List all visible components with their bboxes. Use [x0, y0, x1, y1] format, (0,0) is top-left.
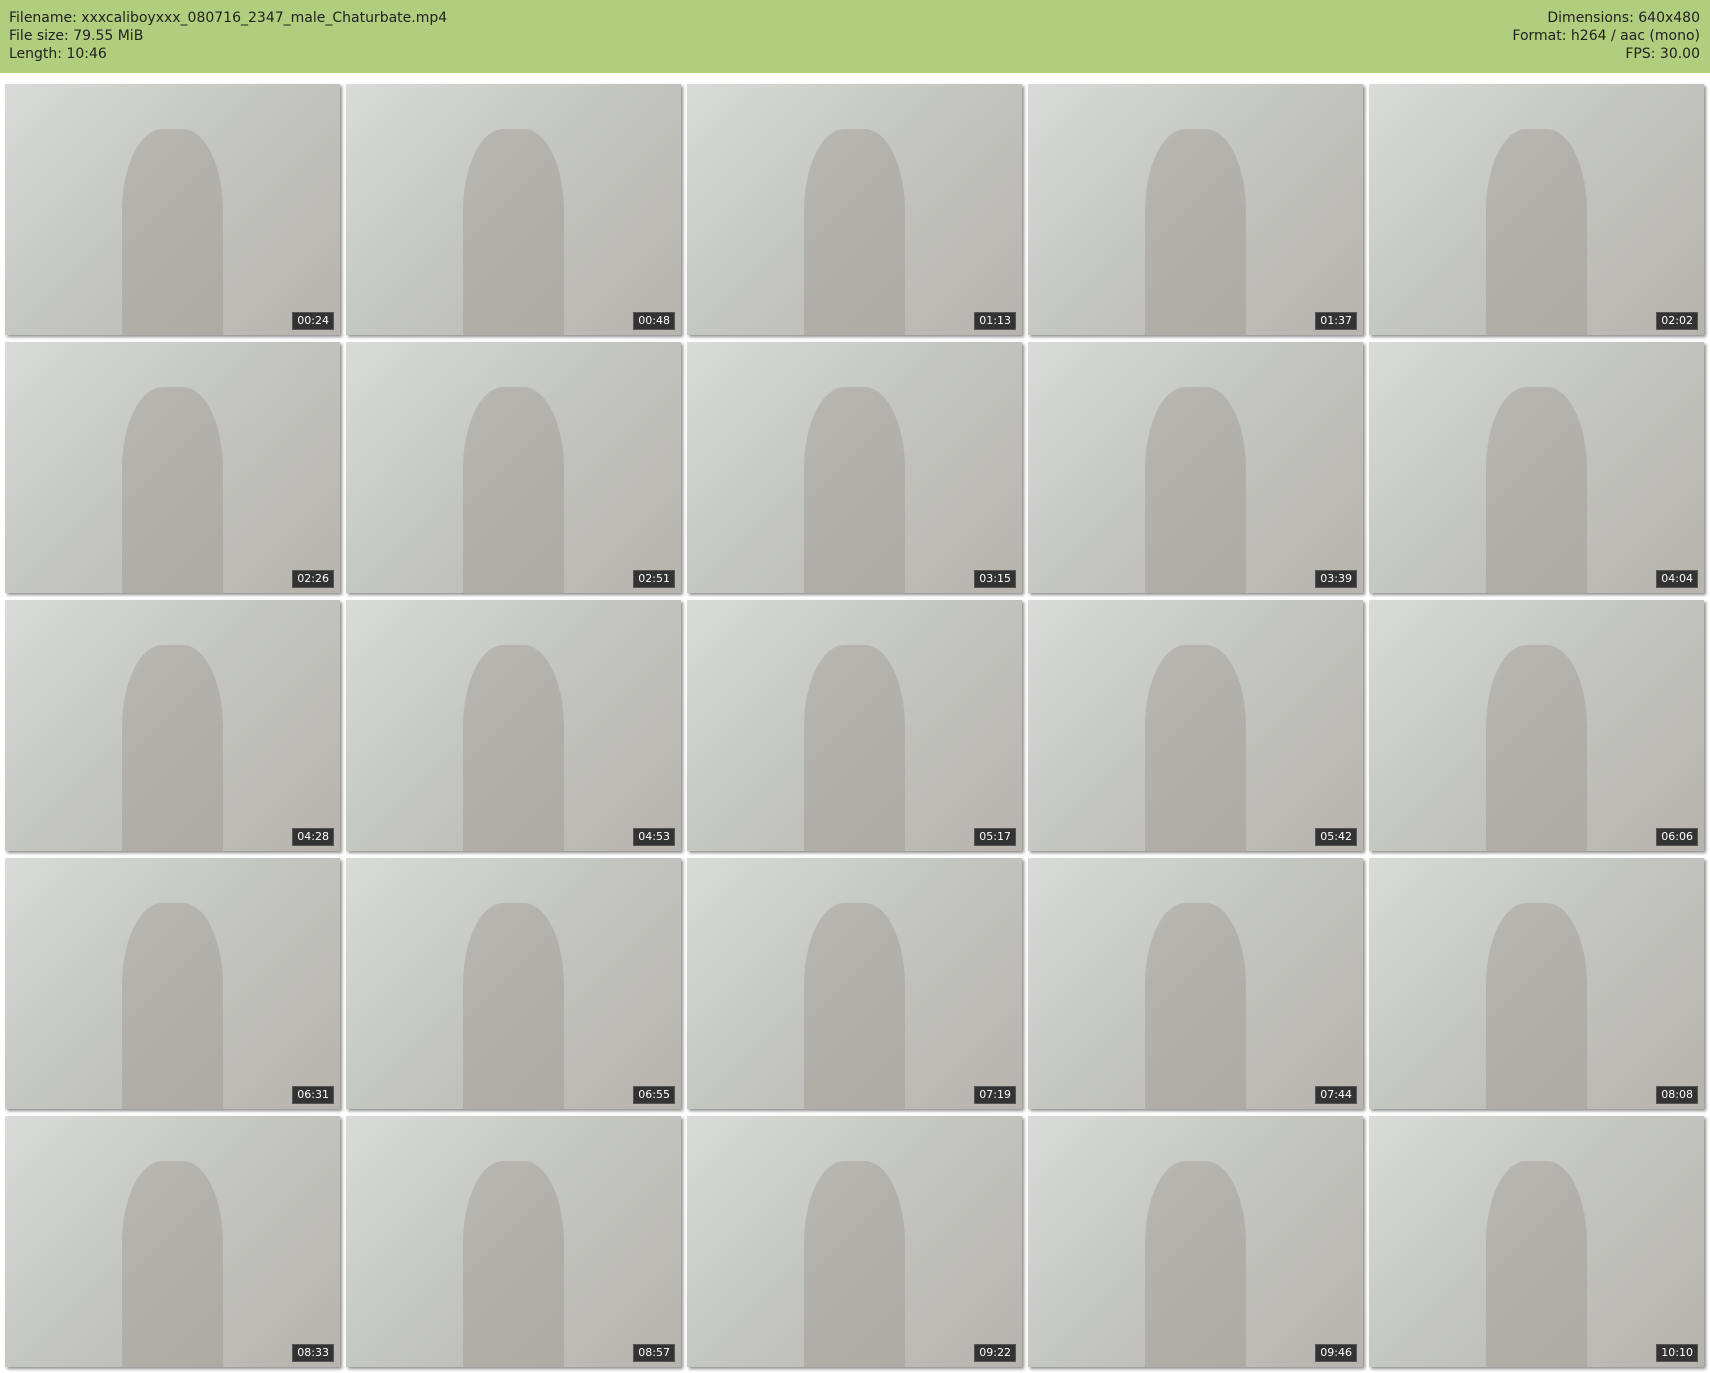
video-frame-thumbnail: 09:46 — [1028, 1116, 1363, 1367]
video-frame-thumbnail: 03:39 — [1028, 342, 1363, 593]
video-frame-thumbnail: 00:24 — [5, 84, 340, 335]
video-frame-thumbnail: 00:48 — [346, 84, 681, 335]
video-frame-thumbnail: 05:42 — [1028, 600, 1363, 851]
timestamp-badge: 06:06 — [1656, 828, 1698, 846]
video-frame-thumbnail: 07:19 — [687, 858, 1022, 1109]
video-frame-thumbnail: 04:53 — [346, 600, 681, 851]
thumbnail-grid: 00:24 00:48 01:13 01:37 02:02 02:26 02:51 03:15… — [5, 84, 1704, 1367]
video-frame-thumbnail: 07:44 — [1028, 858, 1363, 1109]
timestamp-badge: 03:39 — [1315, 570, 1357, 588]
timestamp-badge: 00:48 — [633, 312, 675, 330]
timestamp-badge: 01:37 — [1315, 312, 1357, 330]
timestamp-badge: 00:24 — [292, 312, 334, 330]
file-info-header: Filename: xxxcaliboyxxx_080716_2347_male… — [0, 0, 1710, 73]
timestamp-badge: 07:19 — [974, 1086, 1016, 1104]
video-frame-thumbnail: 06:55 — [346, 858, 681, 1109]
video-frame-thumbnail: 03:15 — [687, 342, 1022, 593]
timestamp-badge: 04:28 — [292, 828, 334, 846]
timestamp-badge: 06:55 — [633, 1086, 675, 1104]
video-frame-thumbnail: 01:37 — [1028, 84, 1363, 335]
timestamp-badge: 09:22 — [974, 1344, 1016, 1362]
video-frame-thumbnail: 09:22 — [687, 1116, 1022, 1367]
timestamp-badge: 01:13 — [974, 312, 1016, 330]
video-frame-thumbnail: 04:28 — [5, 600, 340, 851]
timestamp-badge: 06:31 — [292, 1086, 334, 1104]
timestamp-badge: 02:51 — [633, 570, 675, 588]
video-frame-thumbnail: 08:33 — [5, 1116, 340, 1367]
timestamp-badge: 05:17 — [974, 828, 1016, 846]
timestamp-badge: 07:44 — [1315, 1086, 1357, 1104]
timestamp-badge: 02:26 — [292, 570, 334, 588]
timestamp-badge: 04:53 — [633, 828, 675, 846]
timestamp-badge: 09:46 — [1315, 1344, 1357, 1362]
video-frame-thumbnail: 02:02 — [1369, 84, 1704, 335]
file-info-right: Dimensions: 640x480 Format: h264 / aac (… — [1512, 9, 1700, 63]
timestamp-badge: 10:10 — [1656, 1344, 1698, 1362]
video-frame-thumbnail: 08:57 — [346, 1116, 681, 1367]
video-frame-thumbnail: 10:10 — [1369, 1116, 1704, 1367]
timestamp-badge: 03:15 — [974, 570, 1016, 588]
dimensions: Dimensions: 640x480 — [1547, 10, 1700, 26]
timestamp-badge: 04:04 — [1656, 570, 1698, 588]
filename: Filename: xxxcaliboyxxx_080716_2347_male… — [9, 10, 448, 26]
file-size: File size: 79.55 MiB — [9, 28, 144, 44]
video-frame-thumbnail: 06:06 — [1369, 600, 1704, 851]
video-length: Length: 10:46 — [9, 46, 107, 62]
timestamp-badge: 05:42 — [1315, 828, 1357, 846]
timestamp-badge: 08:33 — [292, 1344, 334, 1362]
video-frame-thumbnail: 04:04 — [1369, 342, 1704, 593]
video-frame-thumbnail: 02:26 — [5, 342, 340, 593]
file-info-left: Filename: xxxcaliboyxxx_080716_2347_male… — [9, 9, 447, 63]
video-frame-thumbnail: 02:51 — [346, 342, 681, 593]
timestamp-badge: 02:02 — [1656, 312, 1698, 330]
video-frame-thumbnail: 01:13 — [687, 84, 1022, 335]
timestamp-badge: 08:57 — [633, 1344, 675, 1362]
fps: FPS: 30.00 — [1625, 46, 1700, 62]
timestamp-badge: 08:08 — [1656, 1086, 1698, 1104]
video-frame-thumbnail: 06:31 — [5, 858, 340, 1109]
format: Format: h264 / aac (mono) — [1512, 28, 1700, 44]
video-frame-thumbnail: 08:08 — [1369, 858, 1704, 1109]
video-frame-thumbnail: 05:17 — [687, 600, 1022, 851]
